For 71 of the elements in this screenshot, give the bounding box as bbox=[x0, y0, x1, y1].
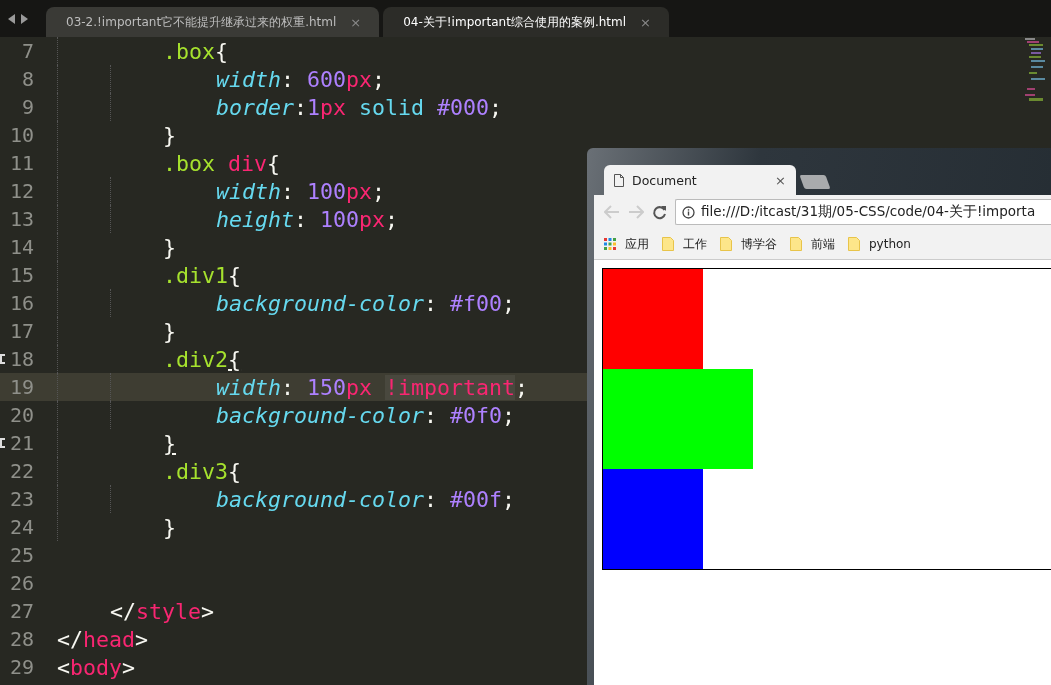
line-number: 8 bbox=[21, 67, 34, 91]
line-number: 7 bbox=[21, 39, 34, 63]
code-line: width: 150px !important; bbox=[216, 374, 529, 400]
code-line: </style> bbox=[110, 598, 215, 624]
bookmark[interactable]: python bbox=[848, 237, 911, 251]
code-line: height: 100px; bbox=[216, 206, 399, 232]
code-line: .box{ bbox=[163, 38, 229, 64]
folder-icon bbox=[790, 237, 802, 251]
bookmark[interactable]: 博学谷 bbox=[720, 235, 777, 253]
bracket-mark-icon bbox=[0, 354, 5, 364]
tab-label: 03-2.!important它不能提升继承过来的权重.html bbox=[66, 13, 337, 31]
new-tab-button[interactable] bbox=[799, 175, 831, 189]
line-number: 28 bbox=[9, 627, 34, 651]
folder-icon bbox=[848, 237, 860, 251]
line-number: 26 bbox=[9, 571, 34, 595]
folder-icon bbox=[662, 237, 674, 251]
line-number: 14 bbox=[9, 235, 34, 259]
line-number: 18 bbox=[9, 347, 34, 371]
close-icon[interactable]: × bbox=[640, 14, 651, 30]
line-number: 23 bbox=[9, 487, 34, 511]
folder-icon bbox=[720, 237, 732, 251]
line-number: 13 bbox=[9, 207, 34, 231]
line-number: 17 bbox=[9, 319, 34, 343]
code-line: width: 600px; bbox=[216, 66, 386, 92]
info-icon bbox=[682, 205, 695, 219]
line-number: 25 bbox=[9, 543, 34, 567]
code-line: width: 100px; bbox=[216, 178, 386, 204]
code-line: .div2{ bbox=[163, 346, 242, 372]
line-number: 24 bbox=[9, 515, 34, 539]
line-number: 27 bbox=[9, 599, 34, 623]
code-line: } bbox=[163, 234, 176, 260]
code-line: } bbox=[163, 318, 176, 344]
bookmark[interactable]: 应用 bbox=[604, 235, 649, 253]
document-icon bbox=[614, 173, 624, 187]
line-number: 9 bbox=[21, 95, 34, 119]
left-arrow-icon[interactable] bbox=[8, 13, 16, 24]
bookmark[interactable]: 工作 bbox=[662, 235, 707, 253]
line-number: 15 bbox=[9, 263, 34, 287]
code-line: } bbox=[163, 514, 176, 540]
tab-title: Document bbox=[632, 172, 698, 188]
bookmark[interactable]: 前端 bbox=[790, 235, 835, 253]
code-line: .div1{ bbox=[163, 262, 242, 288]
bracket-mark-icon bbox=[0, 438, 5, 448]
line-number: 16 bbox=[9, 291, 34, 315]
right-arrow-icon[interactable] bbox=[20, 13, 28, 24]
line-number: 20 bbox=[9, 403, 34, 427]
tab-label: 04-关于!important综合使用的案例.html bbox=[403, 13, 627, 31]
line-number: 11 bbox=[9, 151, 34, 175]
line-number: 19 bbox=[9, 375, 34, 399]
code-line: <body> bbox=[57, 654, 136, 680]
line-number: 10 bbox=[9, 123, 34, 147]
close-icon[interactable]: × bbox=[775, 172, 786, 188]
browser-tab[interactable]: Document × bbox=[604, 165, 796, 195]
code-line: background-color: #f00; bbox=[216, 290, 516, 316]
code-line: </head> bbox=[57, 626, 149, 652]
code-line: .box div{ bbox=[163, 150, 281, 176]
line-number: 29 bbox=[9, 655, 34, 679]
editor-tab[interactable]: 04-关于!important综合使用的案例.html × bbox=[383, 7, 669, 37]
code-line: background-color: #00f; bbox=[216, 486, 516, 512]
code-line: border:1px solid #000; bbox=[216, 94, 503, 120]
reload-icon[interactable] bbox=[652, 204, 667, 220]
code-line: } bbox=[163, 430, 176, 456]
line-number: 21 bbox=[9, 431, 34, 455]
editor-tab[interactable]: 03-2.!important它不能提升继承过来的权重.html × bbox=[46, 7, 380, 37]
line-number: 12 bbox=[9, 179, 34, 203]
code-line: } bbox=[163, 122, 176, 148]
code-line: .div3{ bbox=[163, 458, 242, 484]
address-bar[interactable]: file:///D:/itcast/31期/05-CSS/code/04-关于!importa bbox=[675, 199, 1051, 225]
line-number: 22 bbox=[9, 459, 34, 483]
apps-grid-icon bbox=[604, 238, 616, 250]
code-line: background-color: #0f0; bbox=[216, 402, 516, 428]
